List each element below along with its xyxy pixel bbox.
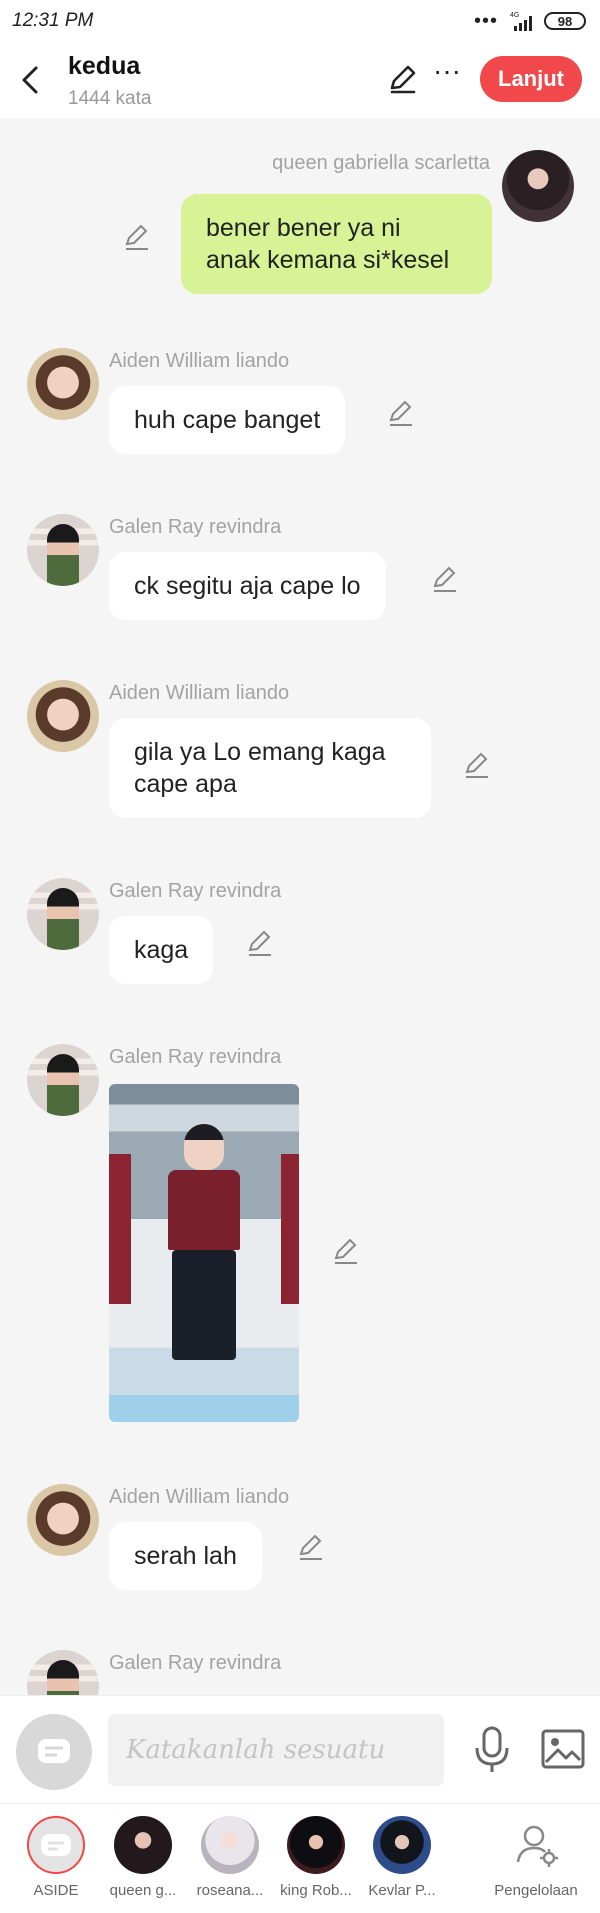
sender-name: Aiden William liando [109, 1486, 290, 1508]
message-bubble[interactable]: bener bener ya ni anak kemana si*kesel [181, 194, 492, 294]
network-type-label: 4G [510, 12, 519, 19]
avatar [114, 1816, 172, 1874]
message-item: Aiden William liando gila ya Lo emang ka… [0, 680, 600, 840]
edit-pencil-icon[interactable] [245, 928, 275, 958]
back-arrow-icon[interactable] [14, 60, 48, 100]
continue-button[interactable]: Lanjut [480, 56, 582, 102]
message-input-wrapper [108, 1714, 444, 1786]
more-options-icon[interactable]: ··· [432, 57, 462, 92]
tab-aside[interactable]: ASIDE [12, 1816, 102, 1912]
sender-name: Galen Ray revindra [109, 516, 282, 538]
avatar[interactable] [27, 1650, 99, 1695]
image-upload-icon[interactable] [540, 1728, 586, 1770]
tab-label: king Rob... [280, 1882, 352, 1899]
avatar[interactable] [27, 680, 99, 752]
character-bar: ASIDE queen g... roseana... king Rob... … [0, 1803, 600, 1913]
message-input[interactable] [108, 1714, 444, 1786]
sender-name: queen gabriella scarletta [272, 152, 490, 174]
tab-label: Kevlar P... [368, 1882, 436, 1899]
avatar [373, 1816, 431, 1874]
battery-indicator: 98 [544, 12, 586, 30]
message-bubble[interactable]: kaga [109, 916, 214, 984]
sender-name: Aiden William liando [109, 682, 290, 704]
tab-character[interactable]: roseana... [186, 1816, 276, 1912]
avatar[interactable] [27, 1044, 99, 1116]
status-icons: ••• 4G 98 [474, 10, 586, 32]
narration-toggle-button[interactable] [16, 1714, 92, 1790]
shared-photo[interactable] [109, 1084, 299, 1422]
status-bar: 12:31 PM ••• 4G 98 [0, 0, 600, 42]
aside-avatar [27, 1816, 85, 1874]
app-header: kedua 1444 kata ··· Lanjut [0, 42, 600, 118]
sender-name: Galen Ray revindra [109, 880, 282, 902]
more-notifications-icon: ••• [473, 10, 498, 32]
word-count: 1444 kata [68, 88, 152, 109]
tab-character[interactable]: king Rob... [272, 1816, 362, 1912]
avatar[interactable] [27, 1484, 99, 1556]
avatar[interactable] [27, 348, 99, 420]
message-composer [0, 1695, 600, 1803]
avatar[interactable] [27, 514, 99, 586]
edit-pencil-icon[interactable] [331, 1236, 361, 1266]
tab-label: roseana... [196, 1882, 264, 1899]
user-settings-icon [516, 1825, 558, 1867]
edit-pencil-icon[interactable] [386, 62, 420, 96]
message-bubble[interactable]: gila ya Lo emang kaga cape apa [109, 718, 431, 818]
edit-pencil-icon[interactable] [462, 750, 492, 780]
chat-bubble-icon [41, 1834, 71, 1856]
tab-manage[interactable]: Pengelolaan [484, 1816, 588, 1912]
tab-character[interactable]: queen g... [99, 1816, 189, 1912]
sender-name: Galen Ray revindra [109, 1652, 282, 1674]
avatar [201, 1816, 259, 1874]
message-item: Galen Ray revindra ck segitu aja cape lo [0, 514, 600, 644]
story-title: kedua [68, 52, 141, 80]
message-item: Aiden William liando huh cape banget [0, 348, 600, 478]
edit-pencil-icon[interactable] [430, 564, 460, 594]
message-item: Galen Ray revindra kaga [0, 878, 600, 1008]
sender-name: Aiden William liando [109, 350, 290, 372]
message-bubble[interactable]: serah lah [109, 1522, 262, 1590]
edit-pencil-icon[interactable] [122, 222, 152, 252]
edit-pencil-icon[interactable] [296, 1532, 326, 1562]
chat-thread[interactable]: queen gabriella scarletta bener bener ya… [0, 118, 600, 1695]
sender-name: Galen Ray revindra [109, 1046, 282, 1068]
avatar [287, 1816, 345, 1874]
chat-bubble-icon [38, 1739, 70, 1763]
message-item: Galen Ray revindra [0, 1650, 600, 1695]
message-item: queen gabriella scarletta bener bener ya… [0, 118, 600, 294]
edit-pencil-icon[interactable] [386, 398, 416, 428]
tab-character[interactable]: Kevlar P... [358, 1816, 448, 1912]
tab-label: queen g... [109, 1882, 177, 1899]
tab-label: ASIDE [33, 1882, 79, 1899]
avatar[interactable] [27, 878, 99, 950]
tab-label: Pengelolaan [494, 1882, 578, 1899]
message-bubble[interactable]: ck segitu aja cape lo [109, 552, 386, 620]
message-item: Galen Ray revindra [0, 1044, 600, 1434]
avatar[interactable] [502, 150, 574, 222]
microphone-icon[interactable] [470, 1724, 514, 1776]
status-time: 12:31 PM [12, 10, 94, 31]
signal-icon: 4G [510, 12, 532, 31]
message-bubble[interactable]: huh cape banget [109, 386, 346, 454]
message-item: Aiden William liando serah lah [0, 1484, 600, 1614]
